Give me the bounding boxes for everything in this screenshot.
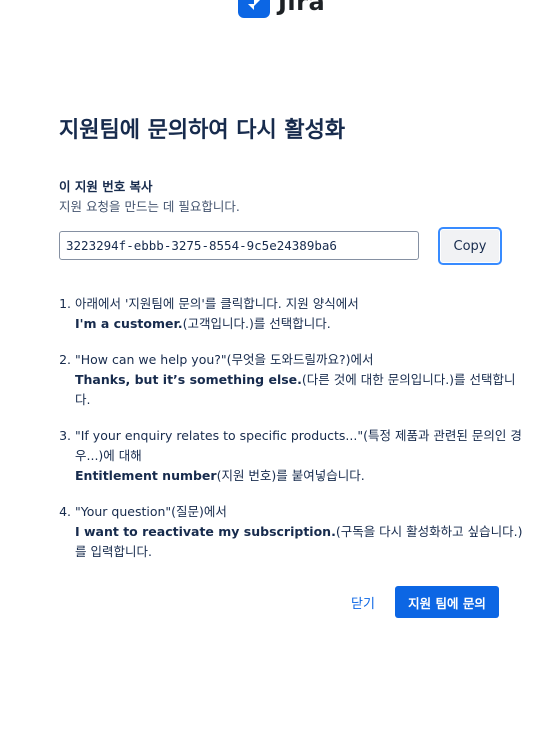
contact-support-button[interactable]: 지원 팀에 문의	[395, 586, 499, 618]
instruction-step: "Your question"(질문)에서 I want to reactiva…	[75, 502, 525, 562]
step-bold-text: I want to reactivate my subscription.	[75, 524, 336, 539]
step-text: "If your enquiry relates to specific pro…	[75, 428, 522, 463]
step-text: 아래에서 '지원팀에 문의'를 클릭합니다. 지원 양식에서	[75, 296, 359, 311]
support-number-description: 지원 요청을 만드는 데 필요합니다.	[59, 199, 240, 214]
step-text: "Your question"(질문)에서	[75, 504, 227, 519]
support-number-label: 이 지원 번호 복사	[59, 179, 153, 194]
logo-text: Jira	[278, 0, 326, 16]
jira-logo-icon	[248, 0, 260, 10]
instruction-step: 아래에서 '지원팀에 문의'를 클릭합니다. 지원 양식에서 I'm a cus…	[75, 294, 525, 334]
step-text: "How can we help you?"(무엇을 도와드릴까요?)에서	[75, 352, 374, 367]
support-number-field[interactable]	[59, 231, 419, 260]
instruction-step: "How can we help you?"(무엇을 도와드릴까요?)에서 Th…	[75, 350, 525, 410]
close-button[interactable]: 닫기	[344, 586, 382, 618]
instructions-list: 아래에서 '지원팀에 문의'를 클릭합니다. 지원 양식에서 I'm a cus…	[56, 294, 525, 578]
jira-logo-mark	[238, 0, 270, 18]
jira-logo: Jira	[238, 0, 325, 18]
copy-button[interactable]: Copy	[438, 227, 502, 265]
step-after-text: (고객입니다.)를 선택합니다.	[182, 316, 331, 331]
dialog-title: 지원팀에 문의하여 다시 활성화	[59, 118, 346, 143]
instruction-step: "If your enquiry relates to specific pro…	[75, 426, 525, 486]
step-after-text: (지원 번호)를 붙여넣습니다.	[216, 468, 365, 483]
step-bold-text: Thanks, but it’s something else.	[75, 372, 302, 387]
step-bold-text: Entitlement number	[75, 468, 217, 483]
step-bold-text: I'm a customer.	[75, 316, 183, 331]
